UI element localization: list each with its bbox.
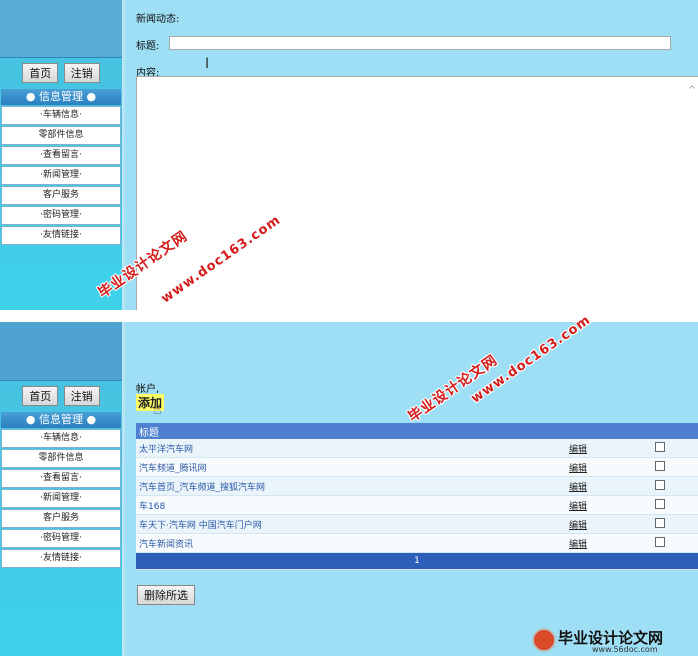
sidebar-item-password[interactable]: ·密码管理·	[1, 529, 121, 548]
section-title: 新闻动态:	[136, 14, 180, 25]
table-header-title: 标题	[136, 423, 698, 439]
sidebar-item-news[interactable]: ·新闻管理·	[1, 166, 121, 185]
text-cursor-icon: I	[205, 56, 210, 72]
menu-header: ● 信息管理 ●	[1, 412, 121, 428]
table-row: 汽车新闻资讯 编辑	[136, 533, 698, 553]
news-title-link[interactable]: 车天下·汽车网 中国汽车门户网	[139, 521, 262, 531]
news-title-link[interactable]: 太平洋汽车网	[139, 445, 193, 455]
news-title-link[interactable]: 车168	[139, 502, 165, 512]
account-label: 帐户,	[136, 384, 160, 395]
sidebar-item-password[interactable]: ·密码管理·	[1, 206, 121, 225]
pagination-row: 1	[136, 552, 698, 570]
title-label: 标题:	[136, 41, 160, 52]
menu-header: ● 信息管理 ●	[1, 89, 121, 105]
sidebar-item-messages[interactable]: ·查看留言·	[1, 469, 121, 488]
edit-link[interactable]: 编辑	[569, 483, 587, 493]
logo-banner	[0, 322, 122, 381]
table-row: 车天下·汽车网 中国汽车门户网 编辑	[136, 514, 698, 534]
logo-banner	[0, 0, 122, 58]
table-row: 太平洋汽车网 编辑	[136, 439, 698, 458]
news-table: 标题 太平洋汽车网 编辑 汽车频道_腾讯网 编辑 汽车首页_汽车频道_搜狐汽车网…	[136, 423, 698, 570]
row-checkbox[interactable]	[655, 517, 665, 528]
news-title-link[interactable]: 汽车首页_汽车频道_搜狐汽车网	[139, 483, 265, 493]
table-row: 车168 编辑	[136, 495, 698, 515]
sidebar: 首页 注销 ● 信息管理 ● ·车辆信息· 零部件信息 ·查看留言· ·新闻管理…	[0, 0, 122, 310]
edit-link[interactable]: 编辑	[569, 540, 587, 550]
sidebar-item-messages[interactable]: ·查看留言·	[1, 146, 121, 165]
logout-button[interactable]: 注销	[63, 386, 100, 406]
panel-separator	[0, 310, 698, 322]
hand-cursor-icon: ☝	[153, 402, 162, 418]
title-input[interactable]	[169, 36, 671, 50]
sidebar-item-vehicle-info[interactable]: ·车辆信息·	[1, 106, 121, 125]
brand-logo-icon	[532, 628, 556, 652]
content-textarea[interactable]: ^	[136, 76, 698, 310]
sidebar-item-links[interactable]: ·友情链接·	[1, 549, 121, 568]
sidebar-item-customer-service[interactable]: 客户服务	[1, 186, 121, 205]
table-row: 汽车首页_汽车频道_搜狐汽车网 编辑	[136, 476, 698, 496]
news-list-panel: 首页 注销 ● 信息管理 ● ·车辆信息· 零部件信息 ·查看留言· ·新闻管理…	[0, 322, 698, 656]
sidebar-item-parts-info[interactable]: 零部件信息	[1, 449, 121, 468]
edit-link[interactable]: 编辑	[569, 464, 587, 474]
news-title-link[interactable]: 汽车新闻资讯	[139, 540, 193, 550]
news-edit-panel: 首页 注销 ● 信息管理 ● ·车辆信息· 零部件信息 ·查看留言· ·新闻管理…	[0, 0, 698, 310]
edit-link[interactable]: 编辑	[569, 445, 587, 455]
sidebar-item-parts-info[interactable]: 零部件信息	[1, 126, 121, 145]
sidebar-item-news[interactable]: ·新闻管理·	[1, 489, 121, 508]
row-checkbox[interactable]	[655, 498, 665, 509]
table-row: 汽车频道_腾讯网 编辑	[136, 457, 698, 477]
sidebar-item-links[interactable]: ·友情链接·	[1, 226, 121, 245]
page-number[interactable]: 1	[136, 552, 698, 570]
footer-logo: 毕业设计论文网 www.56doc.com	[532, 628, 692, 654]
row-checkbox[interactable]	[655, 441, 665, 452]
row-checkbox[interactable]	[655, 536, 665, 547]
logout-button[interactable]: 注销	[63, 63, 100, 83]
main-content: 新闻动态: 标题: I 内容: ^	[125, 0, 698, 310]
row-checkbox[interactable]	[655, 479, 665, 490]
delete-selected-button[interactable]: 删除所选	[137, 585, 195, 605]
scroll-up-icon[interactable]: ^	[688, 85, 696, 96]
home-button[interactable]: 首页	[22, 63, 59, 83]
sidebar: 首页 注销 ● 信息管理 ● ·车辆信息· 零部件信息 ·查看留言· ·新闻管理…	[0, 322, 122, 656]
row-checkbox[interactable]	[655, 460, 665, 471]
main-content: 帐户, 添加 ☝ 标题 太平洋汽车网 编辑 汽车频道_腾讯网 编辑 汽车首页_汽…	[125, 322, 698, 656]
edit-link[interactable]: 编辑	[569, 502, 587, 512]
news-title-link[interactable]: 汽车频道_腾讯网	[139, 464, 207, 474]
sidebar-item-customer-service[interactable]: 客户服务	[1, 509, 121, 528]
sidebar-item-vehicle-info[interactable]: ·车辆信息·	[1, 429, 121, 448]
edit-link[interactable]: 编辑	[569, 521, 587, 531]
footer-url: www.56doc.com	[592, 645, 658, 654]
home-button[interactable]: 首页	[22, 386, 59, 406]
